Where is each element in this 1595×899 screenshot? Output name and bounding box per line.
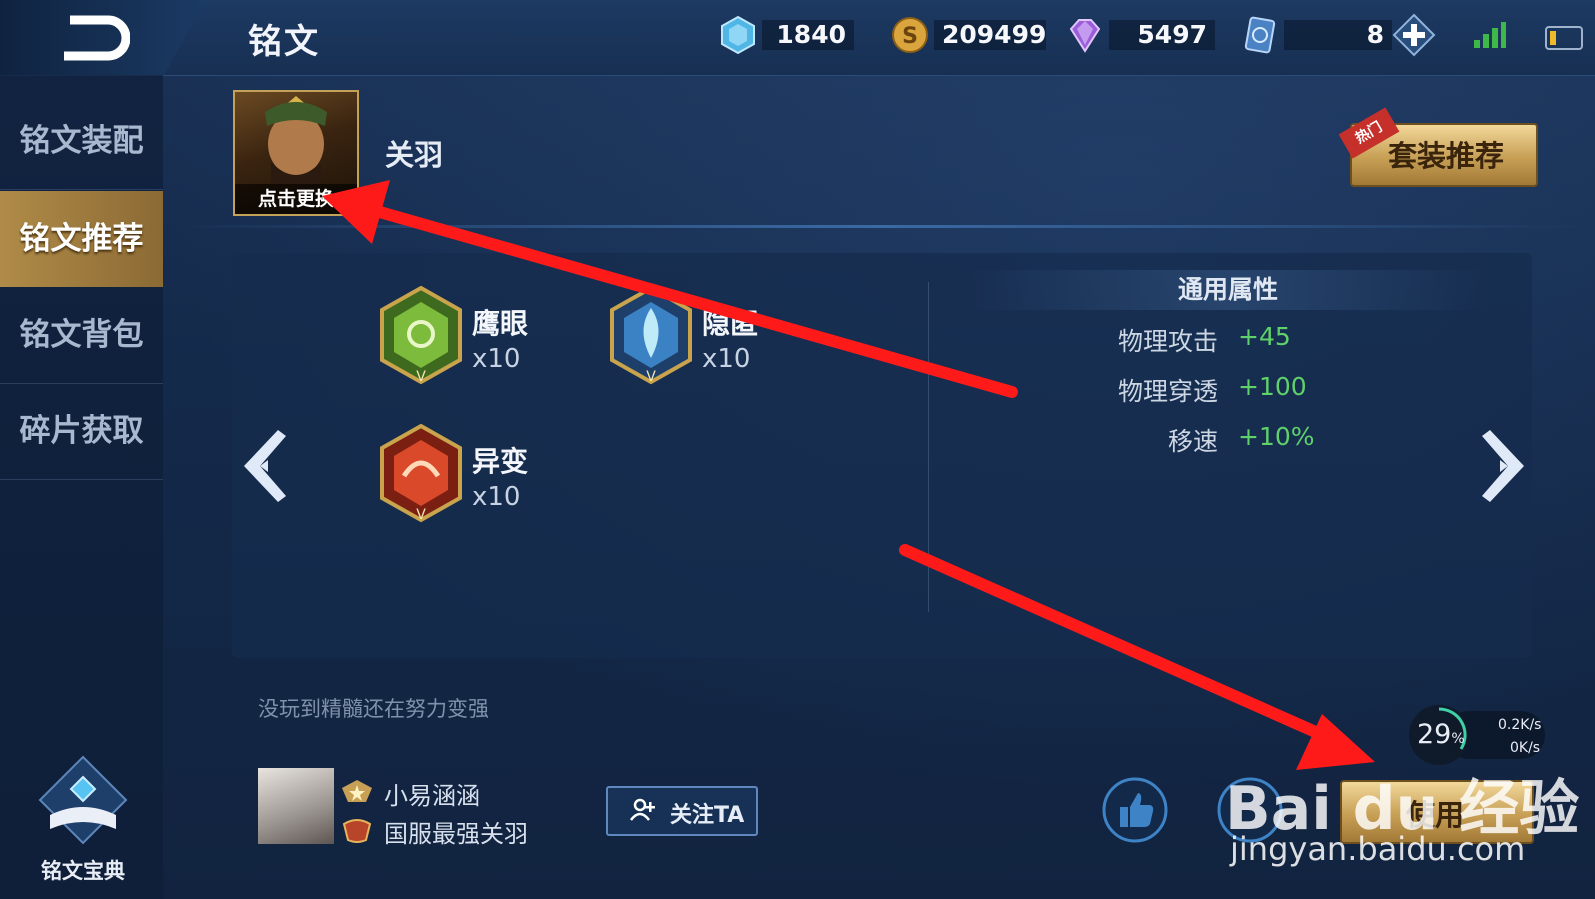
codex-book-icon [38,755,128,845]
attribute-name: 移速 [1167,427,1218,456]
hero-portrait[interactable]: 点击更换 [233,90,359,216]
header-divider [175,225,1585,228]
attribute-row: 物理攻击 +45 [968,322,1528,362]
avatar[interactable] [258,768,334,844]
cpu-percent: 29% [1417,719,1465,750]
add-plus-icon[interactable] [1392,13,1436,57]
gold-coin-icon: S [892,17,928,53]
rune-name: 鹰眼 [472,307,529,340]
stealth-rune-icon: V [610,286,692,385]
svg-text:V: V [416,369,426,385]
blue-crystal-icon [721,15,755,55]
attribute-row: 移速 +10% [968,422,1528,462]
attributes-title: 通用属性 [968,270,1488,310]
codex-label: 铭文宝典 [41,859,125,883]
rune-count: x10 [702,344,751,374]
rune-item[interactable]: V 隐匿 x10 [606,286,936,386]
signal-bars-icon [1474,22,1506,48]
eagle-eye-rune-icon: V [380,286,462,385]
purple-diamond-icon [1069,19,1101,53]
rune-count: x10 [472,482,521,512]
watermark-url: jingyan.baidu.com [1230,830,1526,868]
sidebar-item-equip[interactable]: 铭文装配 [0,93,163,190]
rank-star-icon [342,780,372,802]
suit-recommend-label: 套装推荐 [1388,139,1505,173]
sidebar-item-backpack[interactable]: 铭文背包 [0,287,163,384]
author-title: 国服最强关羽 [384,820,528,848]
diamond-count: 5497 [1109,20,1215,50]
back-button[interactable] [50,12,131,62]
resource-gold: S 209499 [890,17,1046,53]
resource-ticket: 8 [1240,13,1436,57]
change-hero-caption: 点击更换 [235,184,357,214]
suit-recommend-button[interactable]: 热门 套装推荐 [1338,107,1538,187]
rune-name: 异变 [472,445,529,478]
sidebar-item-fragments[interactable]: 碎片获取 [0,383,163,480]
thumbs-up-icon[interactable] [1100,775,1170,845]
svg-text:V: V [646,369,656,385]
resource-diamond: 5497 [1065,18,1215,53]
attribute-row: 物理穿透 +100 [968,372,1528,412]
mutation-rune-icon: V [380,424,462,523]
title-badge-icon [342,819,372,843]
cpu-percent-unit: % [1451,731,1465,747]
svg-text:V: V [416,507,426,523]
add-user-icon [630,798,655,821]
resource-crystal: 1840 [718,15,854,55]
rune-count: x10 [472,344,521,374]
gold-count: 209499 [934,20,1046,50]
ticket-card-icon [1244,16,1276,54]
download-speed: 0K/s [1510,740,1541,756]
network-monitor: 29% 0.2K/s 0K/s [1405,705,1550,765]
attribute-value: +45 [1238,322,1291,351]
svg-text:S: S [902,24,918,49]
author-name: 小易涵涵 [384,782,480,810]
attribute-value: +100 [1238,372,1307,401]
top-bar: 铭文 1840 S 209499 5497 8 [0,0,1595,76]
page-title: 铭文 [248,22,320,62]
rune-codex-button[interactable]: 铭文宝典 [28,755,138,895]
battery-icon [1545,26,1583,50]
hero-name: 关羽 [385,138,444,172]
sidebar-item-recommend[interactable]: 铭文推荐 [0,191,163,287]
crystal-count: 1840 [762,20,854,50]
rune-name: 隐匿 [702,307,759,340]
cpu-percent-value: 29 [1417,719,1452,750]
back-arrow-icon [64,15,131,61]
follow-label: 关注TA [670,803,745,828]
follow-button[interactable]: 关注TA [606,786,758,836]
ticket-count: 8 [1284,20,1392,50]
prev-arrow-icon[interactable] [238,426,298,506]
author-note: 没玩到精髓还在努力变强 [258,697,489,721]
hero-face-icon [265,96,327,184]
attribute-name: 物理攻击 [1117,327,1218,356]
rune-item[interactable]: V 异变 x10 [376,424,706,524]
upload-speed: 0.2K/s [1498,717,1542,733]
attribute-name: 物理穿透 [1117,377,1218,406]
attribute-value: +10% [1238,422,1315,451]
